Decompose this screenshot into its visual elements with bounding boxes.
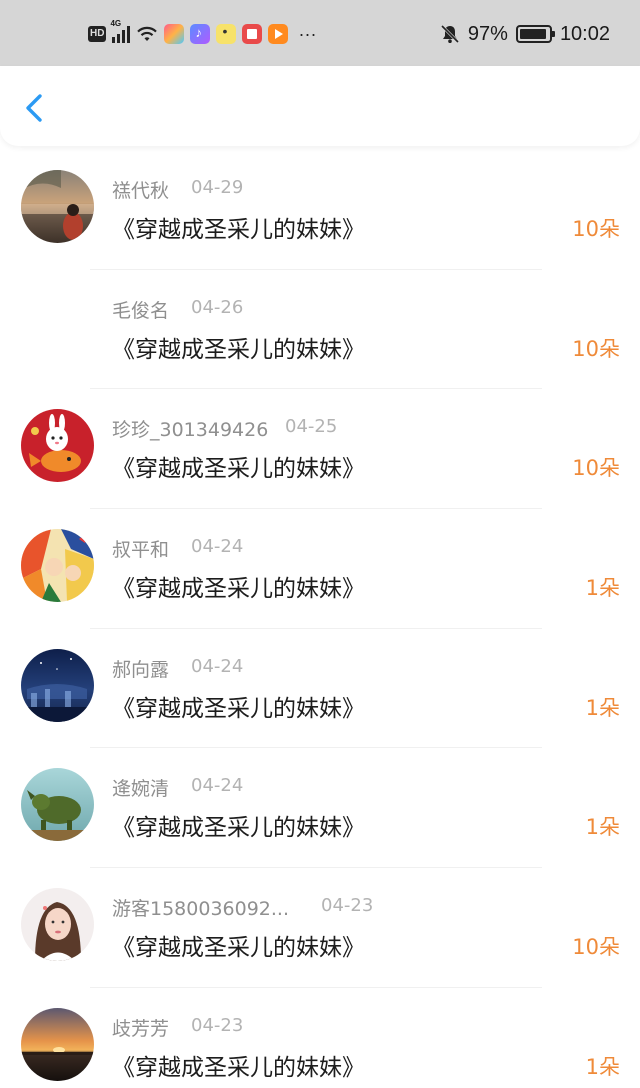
bell-muted-icon	[440, 24, 460, 44]
gift-date: 04-24	[191, 536, 244, 558]
list-item[interactable]: 逄婉清 04-24 《穿越成圣采儿的妹妹》 1朵	[0, 748, 640, 869]
wifi-icon	[136, 25, 158, 43]
reader-app-icon	[242, 24, 263, 44]
gift-amount: 10朵	[572, 336, 620, 361]
user-name: 毛俊名	[112, 299, 170, 322]
list-item[interactable]: 叔平和 04-24 《穿越成圣采儿的妹妹》 1朵	[0, 509, 640, 629]
gift-date: 04-23	[191, 1014, 244, 1036]
book-title: 《穿越成圣采儿的妹妹》	[112, 695, 365, 722]
user-name: 歧芳芳	[112, 1017, 170, 1040]
gift-amount: 10朵	[572, 935, 620, 960]
avatar[interactable]	[21, 170, 94, 243]
book-title: 《穿越成圣采儿的妹妹》	[112, 456, 365, 483]
gift-amount: 10朵	[572, 217, 620, 241]
more-notifications-icon: ···	[298, 23, 317, 44]
notification-app-icon	[164, 24, 185, 44]
list-item[interactable]: 游客1580036092... 04-23 《穿越成圣采儿的妹妹》 10朵	[0, 868, 640, 988]
list-item[interactable]: 郝向露 04-24 《穿越成圣采儿的妹妹》 1朵	[0, 629, 640, 749]
gift-date: 04-23	[321, 895, 374, 917]
list-item[interactable]: 歧芳芳 04-23 《穿越成圣采儿的妹妹》 1朵	[0, 988, 640, 1088]
list-item[interactable]: 珍珍_301349426 04-25 《穿越成圣采儿的妹妹》 10朵	[0, 389, 640, 510]
book-title: 《穿越成圣采儿的妹妹》	[112, 935, 365, 962]
user-name: 游客1580036092...	[112, 898, 290, 921]
user-name: 郝向露	[112, 658, 170, 681]
avatar[interactable]	[21, 888, 94, 962]
hd-badge: HD	[88, 26, 107, 42]
list-item[interactable]: 禚代秋 04-29 《穿越成圣采儿的妹妹》 10朵	[0, 150, 640, 270]
user-name: 珍珍_301349426	[112, 419, 269, 442]
signal-icon: 4G	[110, 19, 131, 43]
nav-bar	[0, 66, 640, 146]
gift-amount: 1朵	[585, 1054, 620, 1079]
avatar[interactable]	[21, 409, 94, 483]
status-bar: HD 4G ··· 97% 10:02	[0, 0, 640, 66]
clock: 10:02	[559, 22, 610, 45]
book-title: 《穿越成圣采儿的妹妹》	[112, 336, 365, 363]
user-name: 逄婉清	[112, 778, 170, 801]
user-name: 禚代秋	[112, 180, 170, 202]
avatar[interactable]	[21, 648, 94, 722]
book-title: 《穿越成圣采儿的妹妹》	[112, 217, 365, 243]
battery-percent: 97%	[467, 22, 508, 45]
gift-amount: 1朵	[585, 695, 620, 720]
chat-app-icon	[216, 23, 237, 44]
gift-date: 04-24	[191, 655, 244, 677]
gift-amount: 1朵	[585, 576, 620, 601]
gift-date: 04-24	[191, 775, 244, 797]
video-app-icon	[268, 24, 289, 44]
chevron-left-icon	[26, 94, 42, 122]
book-title: 《穿越成圣采儿的妹妹》	[112, 1054, 365, 1081]
list-item[interactable]: 毛俊名 04-26 《穿越成圣采儿的妹妹》 10朵	[0, 270, 640, 390]
music-app-icon	[190, 24, 211, 44]
avatar[interactable]	[21, 1007, 94, 1081]
status-bar-right: 97% 10:02	[440, 22, 610, 46]
status-bar-left: HD 4G ···	[88, 19, 317, 46]
avatar[interactable]	[21, 529, 94, 603]
book-title: 《穿越成圣采儿的妹妹》	[112, 576, 365, 603]
gift-amount: 1朵	[585, 815, 620, 840]
avatar[interactable]	[21, 768, 94, 842]
battery-icon	[515, 25, 555, 43]
book-title: 《穿越成圣采儿的妹妹》	[112, 815, 365, 842]
gift-date: 04-29	[191, 177, 244, 198]
gift-date: 04-25	[285, 416, 338, 438]
user-name: 叔平和	[112, 539, 170, 562]
gift-list: 禚代秋 04-29 《穿越成圣采儿的妹妹》 10朵 毛俊名 04-26 《穿越成…	[0, 150, 640, 1088]
gift-date: 04-26	[191, 296, 244, 318]
gift-amount: 10朵	[572, 456, 620, 481]
back-button[interactable]	[16, 88, 52, 128]
